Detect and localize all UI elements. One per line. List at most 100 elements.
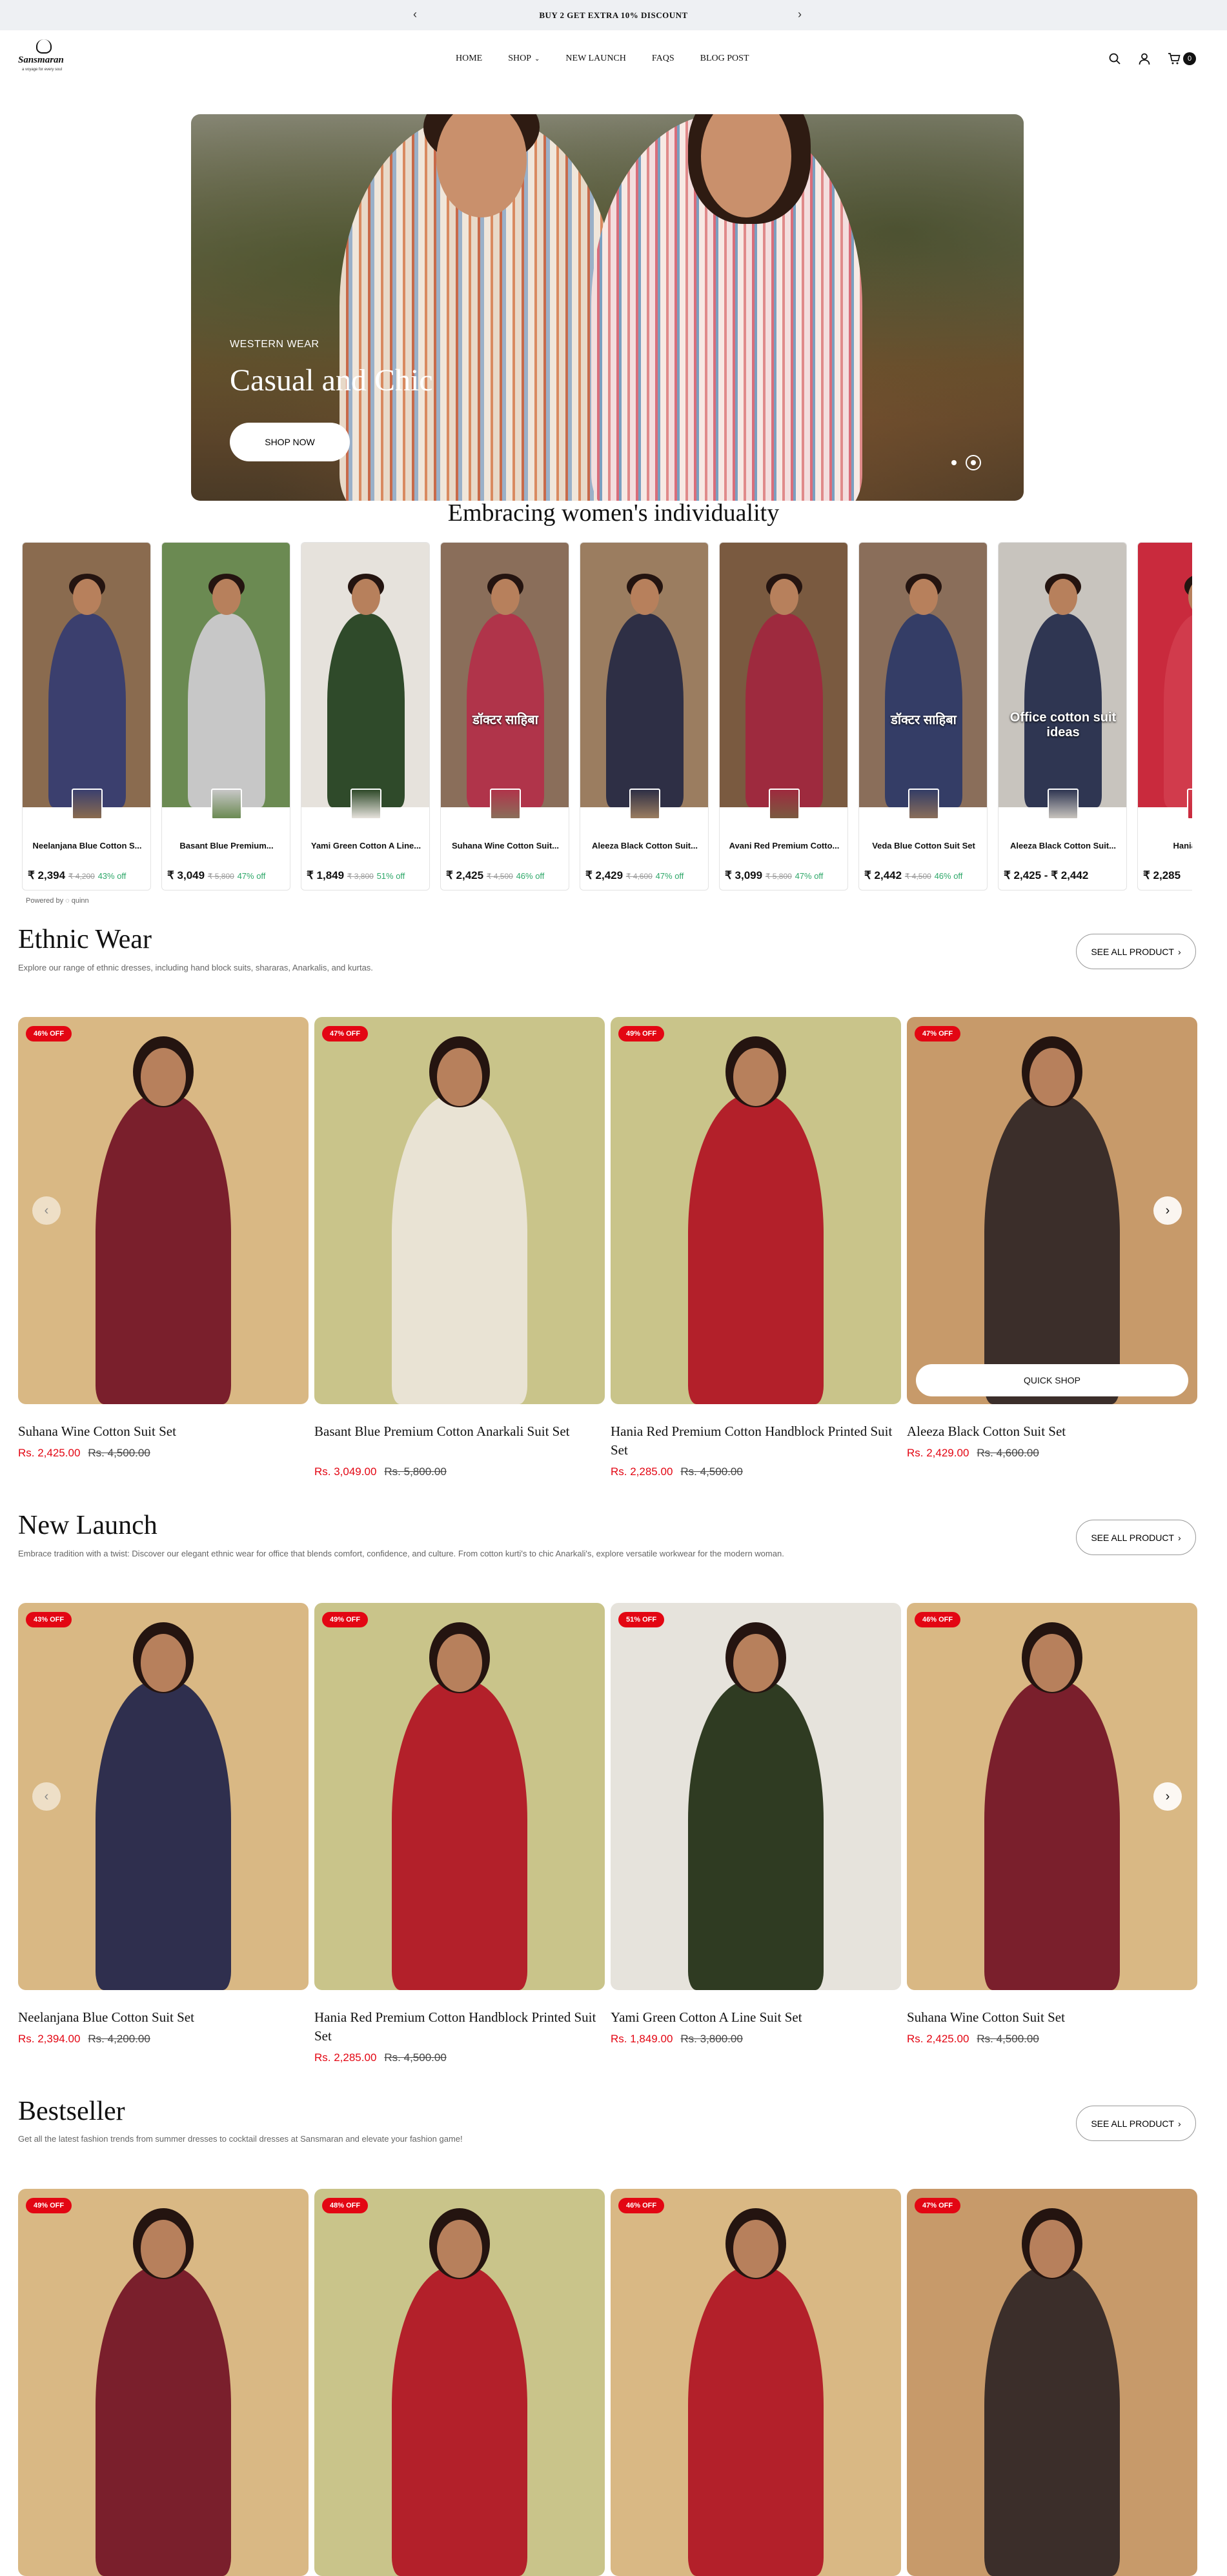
- reel-product-thumbnail[interactable]: [908, 789, 939, 820]
- reel-product-thumbnail[interactable]: [350, 789, 381, 820]
- reel-discount: 47% off: [795, 871, 824, 881]
- reel-product-price: ₹ 2,394 ₹ 4,200 43% off: [28, 869, 150, 882]
- reel-overlay-text: डॉक्टर साहिबा: [891, 713, 957, 727]
- product-image[interactable]: 46% OFF: [18, 1017, 309, 1404]
- product-title[interactable]: Aleeza Black Cotton Suit Set: [907, 1422, 1197, 1441]
- reel-video[interactable]: [720, 543, 847, 807]
- reel-product-name[interactable]: Aleeza Black Cotton Suit...: [585, 841, 704, 850]
- product-image[interactable]: 46% OFF: [611, 2189, 901, 2576]
- reel-card[interactable]: Office cotton suit ideas Aleeza Black Cot…: [998, 542, 1127, 891]
- reel-product-thumbnail[interactable]: [769, 789, 800, 820]
- reel-video[interactable]: [301, 543, 429, 807]
- reel-product-thumbnail[interactable]: [1048, 789, 1079, 820]
- new-launch-see-all-label: SEE ALL PRODUCT: [1091, 1532, 1174, 1543]
- product-image[interactable]: 49% OFF: [611, 1017, 901, 1404]
- product-model-face: [437, 1048, 482, 1106]
- carousel-next-button[interactable]: ›: [1153, 1782, 1182, 1811]
- reel-product-price: ₹ 2,425 ₹ 4,500 46% off: [446, 869, 569, 882]
- reel-product-name[interactable]: Neelanjana Blue Cotton S...: [28, 841, 147, 850]
- reel-product-thumbnail[interactable]: [72, 789, 103, 820]
- announcement-next-arrow-icon[interactable]: ›: [798, 8, 802, 21]
- reel-product-thumbnail[interactable]: [211, 789, 242, 820]
- reel-model: [1164, 614, 1192, 807]
- reel-product-name[interactable]: Yami Green Cotton A Line...: [307, 841, 425, 850]
- product-image[interactable]: 47% OFF: [314, 1017, 605, 1404]
- product-title[interactable]: Basant Blue Premium Cotton Anarkali Suit…: [314, 1422, 605, 1441]
- product-image[interactable]: 43% OFF: [18, 1603, 309, 1990]
- reel-card[interactable]: Basant Blue Premium... ₹ 3,049 ₹ 5,800 47…: [161, 542, 290, 891]
- reel-card[interactable]: Yami Green Cotton A Line... ₹ 1,849 ₹ 3,8…: [301, 542, 430, 891]
- reel-product-thumbnail[interactable]: [1187, 789, 1192, 820]
- price-original: Rs. 5,800.00: [384, 1465, 447, 1478]
- product-title[interactable]: Yami Green Cotton A Line Suit Set: [611, 2008, 901, 2027]
- shop-now-button[interactable]: SHOP NOW: [230, 423, 350, 461]
- reel-price-now: ₹ 2,425: [446, 869, 484, 881]
- discount-badge: 51% OFF: [618, 1612, 665, 1627]
- reel-card[interactable]: Hania Red Pr... ₹ 2,285: [1137, 542, 1192, 891]
- user-icon[interactable]: [1138, 52, 1151, 65]
- reel-discount: 46% off: [516, 871, 545, 881]
- product-title[interactable]: Hania Red Premium Cotton Handblock Print…: [314, 2008, 605, 2046]
- search-icon[interactable]: [1108, 52, 1121, 65]
- price-sale: Rs. 1,849.00: [611, 2033, 673, 2045]
- ethnic-wear-description: Explore our range of ethnic dresses, inc…: [18, 963, 373, 972]
- ethnic-see-all-button[interactable]: SEE ALL PRODUCT ›: [1076, 934, 1196, 969]
- reel-discount: 46% off: [934, 871, 963, 881]
- product-image[interactable]: 48% OFF: [314, 2189, 605, 2576]
- nav-new-launch[interactable]: NEW LAUNCH: [565, 54, 625, 64]
- reel-video[interactable]: [1138, 543, 1192, 807]
- reel-video[interactable]: डॉक्टर साहिबा: [859, 543, 987, 807]
- reel-card[interactable]: Neelanjana Blue Cotton S... ₹ 2,394 ₹ 4,2…: [22, 542, 151, 891]
- reel-product-name[interactable]: Aleeza Black Cotton Suit...: [1004, 841, 1122, 850]
- carousel-prev-button[interactable]: ‹: [32, 1782, 61, 1811]
- product-model-face: [141, 1634, 186, 1692]
- product-title[interactable]: Suhana Wine Cotton Suit Set: [18, 1422, 309, 1441]
- reel-product-name[interactable]: Avani Red Premium Cotto...: [725, 841, 844, 850]
- video-reels-carousel: Neelanjana Blue Cotton S... ₹ 2,394 ₹ 4,2…: [22, 542, 1192, 891]
- product-title[interactable]: Neelanjana Blue Cotton Suit Set: [18, 2008, 309, 2027]
- reel-product-name[interactable]: Suhana Wine Cotton Suit...: [446, 841, 565, 850]
- reel-model: [327, 614, 405, 807]
- product-image[interactable]: 51% OFF: [611, 1603, 901, 1990]
- product-image[interactable]: 49% OFF: [314, 1603, 605, 1990]
- nav-home[interactable]: HOME: [456, 54, 482, 64]
- reel-card[interactable]: डॉक्टर साहिबा Veda Blue Cotton Suit Set ₹ …: [858, 542, 988, 891]
- product-model: [392, 1094, 527, 1404]
- product-title[interactable]: Suhana Wine Cotton Suit Set: [907, 2008, 1197, 2027]
- reel-card[interactable]: Aleeza Black Cotton Suit... ₹ 2,429 ₹ 4,6…: [580, 542, 709, 891]
- reel-video[interactable]: डॉक्टर साहिबा: [441, 543, 569, 807]
- nav-faqs[interactable]: FAQS: [652, 54, 674, 64]
- product-title[interactable]: Hania Red Premium Cotton Handblock Print…: [611, 1422, 901, 1460]
- quick-shop-button[interactable]: QUICK SHOP: [916, 1364, 1188, 1396]
- reel-video[interactable]: [580, 543, 708, 807]
- bestseller-see-all-button[interactable]: SEE ALL PRODUCT ›: [1076, 2106, 1196, 2141]
- announcement-prev-arrow-icon[interactable]: ‹: [413, 8, 417, 21]
- nav-shop[interactable]: SHOP ⌄: [508, 54, 540, 64]
- reel-product-name[interactable]: Veda Blue Cotton Suit Set: [864, 841, 983, 850]
- reel-product-name[interactable]: Basant Blue Premium...: [167, 841, 286, 850]
- reel-product-thumbnail[interactable]: [490, 789, 521, 820]
- carousel-prev-button[interactable]: ‹: [32, 1196, 61, 1225]
- reel-video[interactable]: Office cotton suit ideas: [999, 543, 1126, 807]
- reel-video[interactable]: [162, 543, 290, 807]
- reel-product-price: ₹ 2,425 - ₹ 2,442: [1004, 869, 1126, 882]
- reel-card[interactable]: डॉक्टर साहिबा Suhana Wine Cotton Suit... ₹…: [440, 542, 569, 891]
- reel-product-name[interactable]: Hania Red Pr...: [1143, 841, 1192, 850]
- reel-product-thumbnail[interactable]: [629, 789, 660, 820]
- hero-banner[interactable]: WESTERN WEAR Casual and Chic SHOP NOW: [191, 114, 1024, 501]
- nav-blog-post[interactable]: BLOG POST: [700, 54, 749, 64]
- cart-button[interactable]: 0: [1168, 52, 1196, 65]
- brand-logo[interactable]: Sansmaran a voyage for every soul: [18, 39, 70, 81]
- new-launch-see-all-button[interactable]: SEE ALL PRODUCT ›: [1076, 1520, 1196, 1555]
- product-price: Rs. 3,049.00 Rs. 5,800.00: [314, 1465, 447, 1478]
- slide-dot-2-active[interactable]: [966, 455, 981, 470]
- carousel-next-button[interactable]: ›: [1153, 1196, 1182, 1225]
- product-image[interactable]: 49% OFF: [18, 2189, 309, 2576]
- slide-dot-1[interactable]: [951, 460, 957, 465]
- price-original: Rs. 4,200.00: [88, 2033, 150, 2045]
- reel-video[interactable]: [23, 543, 150, 807]
- reel-card[interactable]: Avani Red Premium Cotto... ₹ 3,099 ₹ 5,80…: [719, 542, 848, 891]
- price-sale: Rs. 2,425.00: [907, 2033, 969, 2045]
- product-image[interactable]: 47% OFF: [907, 2189, 1197, 2576]
- powered-by-quinn[interactable]: Powered by ◌ quinn: [26, 897, 89, 905]
